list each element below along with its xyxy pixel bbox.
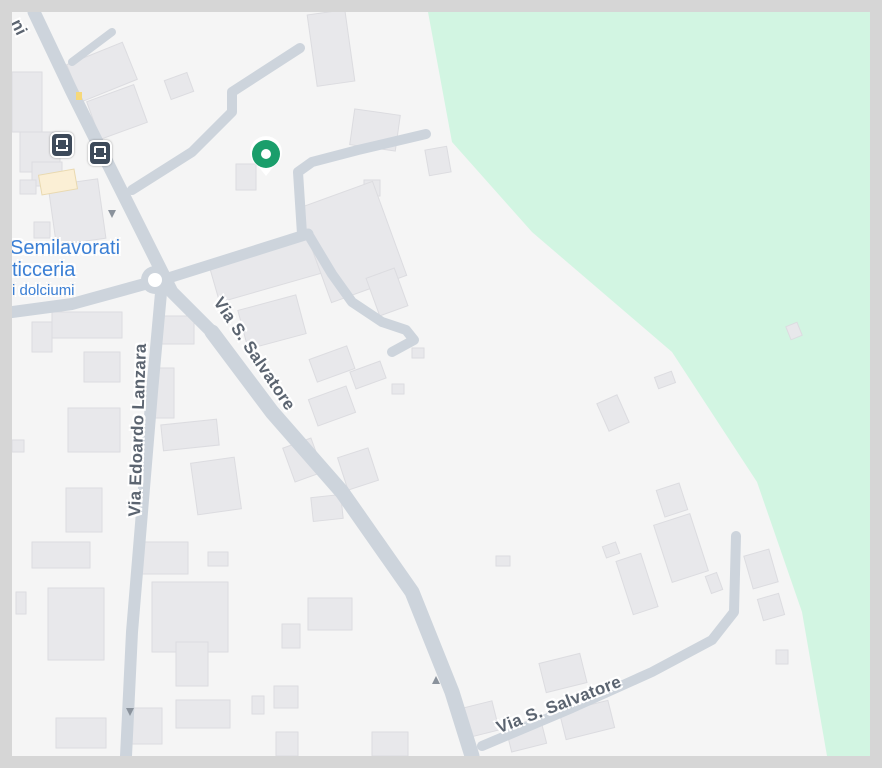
bus-stop-icon[interactable]	[88, 140, 112, 166]
poi-label-line1[interactable]: Semilavorati	[12, 238, 120, 258]
bus-stop-icon[interactable]	[50, 132, 74, 158]
map-canvas[interactable]: Semilavorati ticceria i dolciumi ni Via …	[12, 12, 870, 756]
location-pin-icon[interactable]	[246, 134, 286, 178]
park-area	[428, 12, 870, 756]
poi-label-line2[interactable]: ticceria	[12, 260, 75, 280]
poi-label-line3[interactable]: i dolciumi	[12, 282, 75, 299]
